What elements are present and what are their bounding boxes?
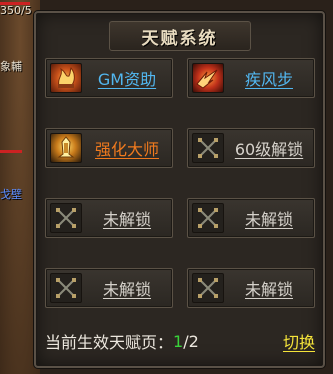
talent-label-level60: 60级解锁	[234, 140, 304, 159]
talent-label-swift-step: 疾风步	[244, 70, 293, 89]
talent-label-forge-master: 强化大师	[94, 140, 159, 159]
switch-page-button[interactable]: 切换	[283, 329, 315, 353]
talent-label-locked-8: 未解锁	[244, 280, 293, 299]
talent-label-gm-support: GM资助	[97, 70, 157, 89]
active-page-label: 当前生效天赋页：	[45, 333, 174, 352]
talent-slot-level60[interactable]: 60级解锁	[187, 128, 315, 168]
swift-step-icon	[192, 63, 224, 93]
active-page-total: 2	[188, 331, 199, 351]
scene-location-text: 戈壁	[0, 188, 22, 201]
panel-title: 天赋系统	[141, 28, 218, 49]
status-bar: 当前生效天赋页： 1 / 2 切换	[45, 326, 315, 356]
gm-flame-icon	[50, 63, 82, 93]
crossed-swords-lock-icon	[50, 273, 82, 303]
crossed-swords-lock-icon	[192, 203, 224, 233]
talent-system-panel: 天赋系统 GM资助 疾风步 强化大师 60级解锁 未解锁 未解锁 未解锁 未解锁…	[34, 11, 325, 368]
talent-label-locked-6: 未解锁	[244, 210, 293, 229]
talent-slot-locked-5[interactable]: 未解锁	[45, 198, 173, 238]
scene-hp-text: 350/5	[0, 4, 32, 17]
talent-slot-locked-7[interactable]: 未解锁	[45, 268, 173, 308]
talent-slot-locked-8[interactable]: 未解锁	[187, 268, 315, 308]
talent-label-locked-5: 未解锁	[102, 210, 151, 229]
crossed-swords-lock-icon	[192, 133, 224, 163]
talent-slot-locked-6[interactable]: 未解锁	[187, 198, 315, 238]
talent-slot-gm-support[interactable]: GM资助	[45, 58, 173, 98]
crossed-swords-lock-icon	[192, 273, 224, 303]
forge-master-icon	[50, 133, 82, 163]
scene-name-text: 象輔	[0, 60, 22, 73]
active-page-current: 1	[173, 331, 184, 351]
talent-slot-swift-step[interactable]: 疾风步	[187, 58, 315, 98]
talent-slot-forge-master[interactable]: 强化大师	[45, 128, 173, 168]
talent-grid: GM资助 疾风步 强化大师 60级解锁 未解锁 未解锁 未解锁 未解锁	[45, 58, 315, 308]
title-plate: 天赋系统	[108, 21, 251, 51]
npc-hp-bar	[0, 150, 22, 153]
crossed-swords-lock-icon	[50, 203, 82, 233]
talent-label-locked-7: 未解锁	[102, 280, 151, 299]
